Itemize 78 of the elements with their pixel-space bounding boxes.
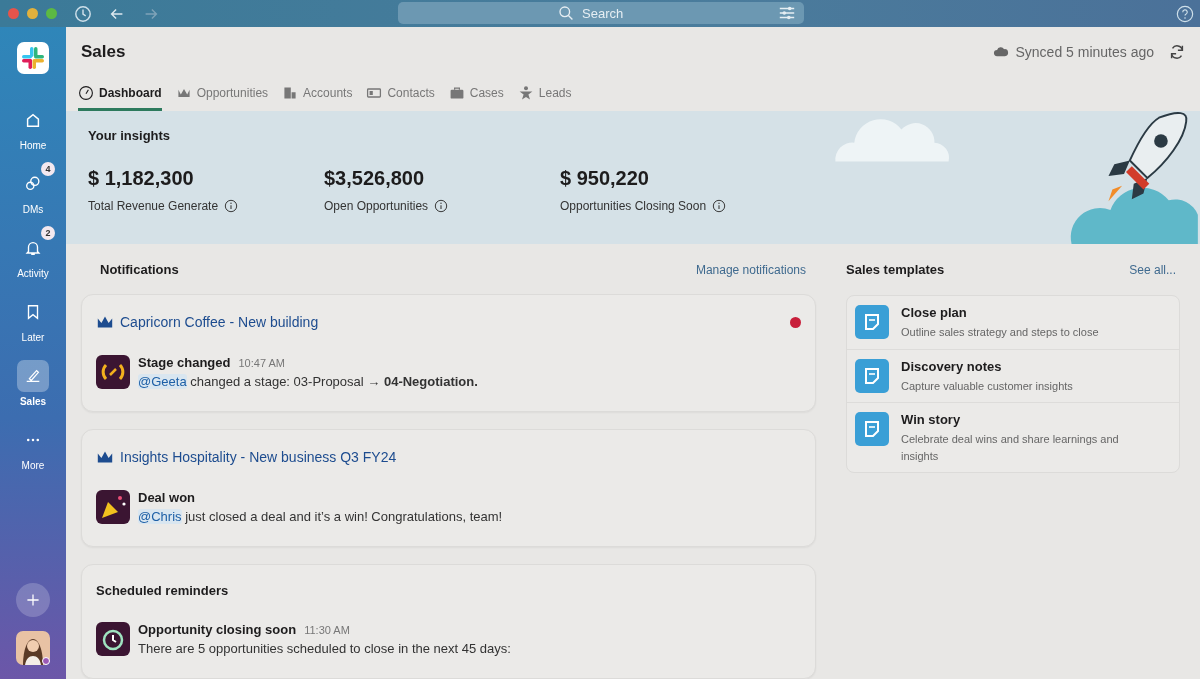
chart-pen-icon <box>24 367 42 385</box>
message-text: There are 5 opportunities scheduled to close in the next 45 days: <box>138 641 511 656</box>
user-avatar[interactable] <box>16 631 50 665</box>
template-item[interactable]: Close plan Outline sales strategy and steps to close <box>847 296 1179 350</box>
template-title: Discovery notes <box>901 358 1003 374</box>
help-icon[interactable] <box>1176 4 1194 23</box>
sync-status: Synced 5 minutes ago <box>1015 43 1154 60</box>
section-heading: Notifications <box>100 262 179 277</box>
filter-icon[interactable] <box>778 4 796 22</box>
user-mention[interactable]: @Geeta <box>138 374 187 389</box>
section-heading: Your insights <box>88 127 172 143</box>
manage-notifications-link[interactable]: Manage notifications <box>695 262 806 277</box>
template-title: Close plan <box>901 305 968 320</box>
history-icon[interactable] <box>74 4 92 23</box>
event-title: Opportunity closing soon <box>138 622 297 637</box>
template-item[interactable]: Win story Celebrate deal wins and share learnings and insights <box>847 403 1179 472</box>
unread-count-badge: 4 <box>41 162 55 176</box>
refresh-icon[interactable] <box>1168 42 1186 61</box>
template-item[interactable]: Discovery notes Capture valuable customer insights <box>847 349 1179 403</box>
event-title: Stage changed <box>138 355 231 370</box>
stage-change-icon <box>96 355 130 389</box>
search-icon <box>558 5 574 21</box>
tab[interactable]: Accounts <box>282 84 353 111</box>
metric-label: Total Revenue Generate <box>88 198 219 213</box>
add-button[interactable] <box>16 583 50 617</box>
metric-label: Opportunities Closing Soon <box>560 198 707 213</box>
user-mention[interactable]: @Chris <box>138 509 182 524</box>
zoom-window-button[interactable] <box>46 8 57 19</box>
unread-count-badge: 2 <box>41 226 55 240</box>
bell-icon <box>24 239 42 257</box>
timestamp: 11:30 AM <box>304 624 350 636</box>
section-heading: Scheduled reminders <box>96 583 230 598</box>
more-icon <box>24 436 42 444</box>
info-icon[interactable] <box>434 198 449 213</box>
gauge-icon <box>78 84 94 101</box>
tab[interactable]: Contacts <box>366 84 435 111</box>
metric-value: $ 950,220 <box>560 166 650 190</box>
home-icon <box>24 111 42 129</box>
info-icon[interactable] <box>712 198 727 213</box>
search-field[interactable]: Search <box>580 4 644 22</box>
message-text: changed a stage: 03-Proposal → 04-Negotiation. <box>189 374 478 389</box>
chat-bubbles-icon <box>24 175 42 193</box>
sidebar-item[interactable]: Home <box>10 98 56 151</box>
sidebar-item[interactable]: 4 DMs <box>10 162 56 215</box>
tab[interactable]: Leads <box>517 84 572 111</box>
template-title: Win story <box>901 412 962 427</box>
tab[interactable]: Cases <box>448 84 504 111</box>
section-heading: Sales templates <box>846 262 945 277</box>
metric-value: $ 1,182,300 <box>88 166 195 190</box>
building-icon <box>282 84 299 101</box>
sidebar-item[interactable]: Later <box>10 290 56 343</box>
info-icon[interactable] <box>224 198 239 213</box>
page-title: Sales <box>81 41 126 62</box>
metric-value: $3,526,800 <box>324 166 426 190</box>
timestamp: 10:47 AM <box>238 357 285 369</box>
sidebar-item[interactable]: Sales <box>10 354 56 407</box>
party-popper-icon <box>96 490 130 524</box>
sidebar-item[interactable]: 2 Activity <box>10 226 56 279</box>
note-icon <box>855 412 889 446</box>
note-icon <box>855 358 889 393</box>
sidebar-item[interactable]: More <box>10 418 56 471</box>
template-description: Celebrate deal wins and share learnings and insights <box>901 432 1120 464</box>
opportunity-link[interactable]: Insights Hospitality - New business Q3 FY24 <box>120 449 801 465</box>
opportunity-link[interactable]: Capricorn Coffee - New building <box>120 314 784 330</box>
see-all-link[interactable]: See all... <box>1129 262 1176 277</box>
minimize-window-button[interactable] <box>27 8 38 19</box>
tab[interactable]: Opportunities <box>175 84 269 111</box>
person-star-icon <box>517 84 534 101</box>
message-text: just closed a deal and it’s a win! Congratulations, team! <box>184 509 503 524</box>
event-title: Deal won <box>138 490 196 505</box>
plus-icon <box>25 592 41 608</box>
template-description: Outline sales strategy and steps to close <box>901 325 1100 340</box>
clock-icon <box>96 622 130 656</box>
app-logo-icon[interactable] <box>17 42 49 74</box>
metric-label: Open Opportunities <box>324 198 429 213</box>
template-description: Capture valuable customer insights <box>901 378 1074 394</box>
cloud-icon <box>993 46 1010 58</box>
note-icon <box>855 305 889 339</box>
